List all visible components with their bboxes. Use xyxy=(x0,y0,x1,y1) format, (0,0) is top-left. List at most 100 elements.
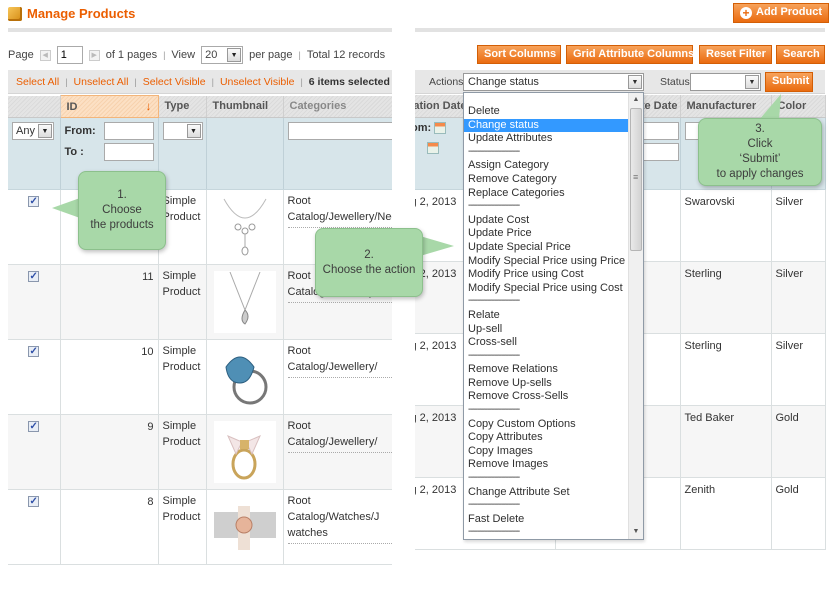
column-manufacturer[interactable]: Manufacturer xyxy=(680,95,772,118)
chevron-down-icon[interactable]: ▼ xyxy=(628,75,642,89)
search-button[interactable]: Search xyxy=(776,45,825,64)
action-option[interactable]: Up-sell xyxy=(464,323,629,337)
action-option[interactable]: Remove Relations xyxy=(464,363,629,377)
chevron-down-icon[interactable]: ▼ xyxy=(745,75,759,89)
title-divider xyxy=(8,28,392,32)
option-separator: ---------------------- xyxy=(468,499,520,511)
callout-1-text: the products xyxy=(90,219,154,231)
scroll-up-icon[interactable]: ▲ xyxy=(629,93,643,107)
action-option[interactable]: Copy Images xyxy=(464,445,629,459)
product-manufacturer: Swarovski xyxy=(680,189,772,262)
select-visible-link[interactable]: Select Visible xyxy=(143,76,206,88)
callout-3-number: 3. xyxy=(755,123,765,135)
row-checkbox[interactable]: ✓ xyxy=(28,346,40,357)
action-option[interactable]: Copy Attributes xyxy=(464,431,629,445)
massaction-bar: Select All | Unselect All | Select Visib… xyxy=(8,70,392,94)
column-id-label: ID xyxy=(66,100,78,113)
action-option[interactable]: Remove Cross-Sells xyxy=(464,390,629,404)
table-row[interactable]: ✓ 10 Simple Product Root Catalog/Jewellery/ xyxy=(8,339,392,415)
id-to-input[interactable] xyxy=(103,143,154,161)
column-id[interactable]: ID ↓ xyxy=(59,95,159,118)
per-page-select[interactable]: 20 ▼ xyxy=(201,46,244,64)
chevron-down-icon[interactable]: ▼ xyxy=(38,124,52,138)
action-option[interactable]: Update Price xyxy=(464,227,629,241)
action-option[interactable]: Change status xyxy=(464,118,629,133)
categories-filter-input[interactable] xyxy=(287,122,392,140)
unselect-all-link[interactable]: Unselect All xyxy=(74,76,129,88)
column-thumbnail[interactable]: Thumbnail xyxy=(206,95,284,118)
product-thumbnail-cell xyxy=(206,339,284,415)
product-box-icon xyxy=(8,6,22,21)
chevron-down-icon[interactable]: ▼ xyxy=(186,124,201,138)
product-type: Simple Product xyxy=(158,339,207,415)
massaction-filter-select[interactable]: Any ▼ xyxy=(12,122,54,140)
separator: | xyxy=(211,76,214,87)
per-page-value: 20 xyxy=(205,49,218,61)
product-category: Root Catalog/Jewellery/ xyxy=(287,418,392,453)
right-pane: + Add Product Sort Columns Grid Attribut… xyxy=(415,0,837,593)
action-option[interactable]: Modify Price using Cost xyxy=(464,268,629,282)
option-separator: ---------------------- xyxy=(468,145,520,157)
pager: Page ◀ ▶ of 1 pages | View 20 ▼ per page… xyxy=(8,46,385,64)
page-title: Manage Products xyxy=(8,6,135,21)
dropdown-scrollbar[interactable]: ▲ ≡ ▼ xyxy=(628,93,643,539)
table-row[interactable]: ✓ 9 Simple Product Root Catalog/Jewellery/ xyxy=(8,414,392,490)
previous-page-icon[interactable]: ◀ xyxy=(39,49,51,61)
product-creation-date: Aug 2, 2013 xyxy=(415,339,457,352)
sort-columns-button[interactable]: Sort Columns xyxy=(477,45,561,64)
row-checkbox[interactable]: ✓ xyxy=(28,496,40,507)
action-option[interactable]: Remove Up-sells xyxy=(464,377,629,391)
select-all-link[interactable]: Select All xyxy=(16,76,59,88)
id-from-input[interactable] xyxy=(103,122,154,140)
add-product-button[interactable]: + Add Product xyxy=(733,3,829,23)
categories-filter-cell xyxy=(283,117,392,190)
unselect-visible-link[interactable]: Unselect Visible xyxy=(220,76,295,88)
scrollbar-thumb[interactable]: ≡ xyxy=(630,108,642,251)
action-option[interactable]: Modify Special Price using Cost xyxy=(464,282,629,296)
action-option[interactable]: Relate xyxy=(464,309,629,323)
action-option[interactable]: Modify Special Price using Price xyxy=(464,255,629,269)
action-option[interactable]: Cross-sell xyxy=(464,336,629,350)
calendar-icon[interactable] xyxy=(434,121,447,134)
callout-2-pointer xyxy=(420,236,454,256)
scroll-down-icon[interactable]: ▼ xyxy=(629,525,643,539)
row-checkbox[interactable]: ✓ xyxy=(28,421,40,432)
product-manufacturer: Sterling xyxy=(680,333,772,406)
page-number-input[interactable] xyxy=(56,46,83,64)
column-type[interactable]: Type xyxy=(158,95,207,118)
product-manufacturer: Sterling xyxy=(680,261,772,334)
separator: | xyxy=(163,50,166,60)
action-option[interactable]: Replace Categories xyxy=(464,187,629,201)
action-option[interactable]: Assign Category xyxy=(464,159,629,173)
row-checkbox-cell: ✓ xyxy=(8,339,61,415)
calendar-icon[interactable] xyxy=(426,141,439,154)
action-option[interactable]: Update Cost xyxy=(464,214,629,228)
row-checkbox[interactable]: ✓ xyxy=(28,196,40,207)
column-categories[interactable]: Categories xyxy=(283,95,392,118)
action-option[interactable]: Fast Delete xyxy=(464,513,629,527)
filter-row: Any ▼ From: To : ▼ xyxy=(8,117,392,190)
action-option[interactable]: Change Attribute Set xyxy=(464,486,629,500)
action-option[interactable]: Remove Category xyxy=(464,173,629,187)
action-option[interactable]: Delete xyxy=(464,105,629,119)
submit-button[interactable]: Submit xyxy=(765,72,813,92)
chevron-down-icon[interactable]: ▼ xyxy=(227,48,242,62)
actions-select[interactable]: Change status ▼ xyxy=(463,73,644,91)
status-select[interactable]: ▼ xyxy=(690,73,761,91)
column-creation-date-label: Creation Date xyxy=(415,99,467,112)
action-option[interactable]: Copy Custom Options xyxy=(464,418,629,432)
grid-attribute-columns-button[interactable]: Grid Attribute Columns xyxy=(566,45,694,64)
action-option[interactable]: Remove Images xyxy=(464,458,629,472)
table-row[interactable]: ✓ 8 Simple Product Root Catalog/Watches/J w… xyxy=(8,489,392,565)
product-creation-date: Aug 2, 2013 xyxy=(415,483,457,496)
action-option[interactable]: Update Special Price xyxy=(464,241,629,255)
type-filter-select[interactable]: ▼ xyxy=(162,122,203,140)
product-color: Gold xyxy=(771,477,826,550)
next-page-icon[interactable]: ▶ xyxy=(88,49,100,61)
reset-filter-button[interactable]: Reset Filter xyxy=(699,45,772,64)
actions-dropdown-list[interactable]: Delete Change status Update Attributes ----… xyxy=(463,92,644,540)
row-checkbox[interactable]: ✓ xyxy=(28,271,40,282)
separator: | xyxy=(300,76,303,87)
separator: | xyxy=(298,50,301,60)
action-option[interactable]: Update Attributes xyxy=(464,132,629,146)
